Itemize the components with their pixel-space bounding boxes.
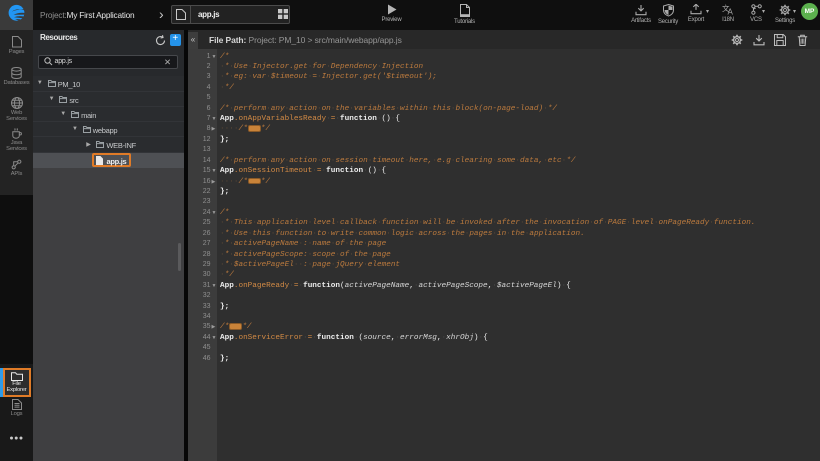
- svg-text:A: A: [728, 8, 734, 16]
